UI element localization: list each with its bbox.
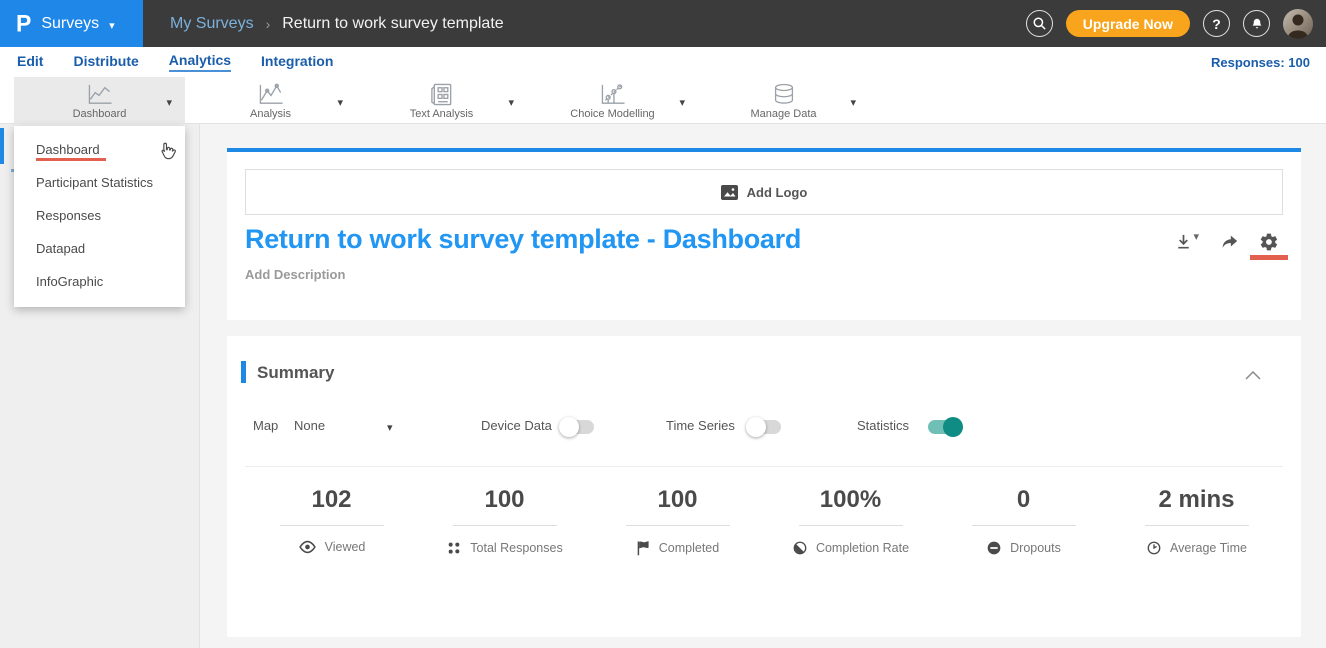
add-logo-button[interactable]: Add Logo [245, 169, 1283, 215]
search-icon [1032, 16, 1047, 31]
device-data-label: Device Data [481, 418, 552, 433]
stat-completion-rate: 100% Completion Rate [764, 486, 937, 556]
statistics-row: 102 Viewed 100 Total Responses 100 [245, 486, 1283, 556]
text-analysis-icon [429, 82, 455, 107]
download-icon [1174, 232, 1193, 251]
grid-dots-icon [446, 540, 462, 556]
product-menu[interactable]: P Surveys [0, 0, 143, 47]
menu-item-responses[interactable]: Responses [14, 199, 185, 232]
question-icon: ? [1212, 16, 1221, 32]
choice-modelling-icon [598, 82, 628, 107]
upgrade-now-button[interactable]: Upgrade Now [1066, 10, 1190, 37]
chevron-up-icon [1245, 371, 1261, 380]
tab-edit[interactable]: Edit [17, 53, 43, 71]
database-icon [770, 82, 798, 107]
hand-cursor-icon [158, 142, 176, 164]
share-button[interactable] [1219, 232, 1239, 256]
statistics-toggle[interactable] [928, 420, 962, 434]
stat-completed: 100 Completed [591, 486, 764, 556]
dashboard-dropdown-menu: Dashboard Participant Statistics Respons… [14, 126, 185, 307]
help-button[interactable]: ? [1203, 10, 1230, 37]
map-label: Map [253, 418, 278, 433]
product-menu-label: Surveys [41, 15, 99, 33]
settings-button[interactable] [1259, 232, 1279, 257]
tab-distribute[interactable]: Distribute [73, 53, 138, 71]
menu-item-datapad[interactable]: Datapad [14, 232, 185, 265]
breadcrumb-separator: › [266, 16, 271, 32]
survey-nav: Edit Distribute Analytics Integration Re… [0, 47, 1326, 77]
responses-count: Responses: 100 [1211, 55, 1326, 70]
summary-title: Summary [257, 363, 334, 383]
time-series-toggle[interactable] [747, 420, 781, 434]
chevron-down-icon[interactable] [850, 93, 856, 111]
tab-analytics[interactable]: Analytics [169, 52, 231, 72]
statistics-label: Statistics [857, 418, 909, 433]
chevron-down-icon[interactable] [166, 93, 172, 111]
active-section-indicator [0, 128, 4, 164]
breadcrumb-my-surveys[interactable]: My Surveys [170, 15, 254, 33]
chevron-down-icon[interactable] [337, 93, 343, 111]
summary-accent-bar [241, 361, 246, 383]
toolbar-item-manage-data[interactable]: Manage Data [698, 77, 869, 124]
stat-dropouts: 0 Dropouts [937, 486, 1110, 556]
gear-icon [1259, 232, 1279, 252]
toolbar-item-dashboard[interactable]: Dashboard [14, 77, 185, 124]
search-button[interactable] [1026, 10, 1053, 37]
dashboard-header-card: Add Logo Return to work survey template … [227, 152, 1301, 320]
page-title: Return to work survey template - Dashboa… [245, 224, 801, 255]
notifications-button[interactable] [1243, 10, 1270, 37]
stat-total-responses: 100 Total Responses [418, 486, 591, 556]
topbar-actions: Upgrade Now ? [1026, 9, 1326, 39]
flag-icon [636, 540, 651, 556]
clock-icon [1146, 540, 1162, 556]
chevron-down-icon[interactable] [679, 93, 685, 111]
header-actions [1174, 232, 1279, 257]
download-button[interactable] [1174, 232, 1199, 256]
stat-average-time: 2 mins Average Time [1110, 486, 1283, 556]
breadcrumb: My Surveys › Return to work survey templ… [170, 15, 504, 33]
toolbar-item-analysis[interactable]: Analysis [185, 77, 356, 124]
bell-icon [1250, 17, 1264, 31]
analytics-toolbar: Dashboard Analysis Text Analysis Choice … [0, 77, 1326, 124]
toolbar-item-choice-modelling[interactable]: Choice Modelling [527, 77, 698, 124]
device-data-toggle[interactable] [560, 420, 594, 434]
chevron-down-icon[interactable] [387, 418, 393, 436]
stat-viewed: 102 Viewed [245, 486, 418, 556]
toolbar-item-text-analysis[interactable]: Text Analysis [356, 77, 527, 124]
summary-card: Summary Map None Device Data Time Series… [227, 336, 1301, 637]
share-icon [1219, 232, 1239, 251]
active-item-underline [36, 158, 106, 161]
top-bar: P Surveys My Surveys › Return to work su… [0, 0, 1326, 47]
menu-item-dashboard[interactable]: Dashboard [14, 133, 185, 166]
map-select[interactable]: None [294, 418, 325, 433]
main-content: Add Logo Return to work survey template … [200, 124, 1326, 648]
tab-integration[interactable]: Integration [261, 53, 333, 71]
completion-icon [792, 540, 808, 556]
add-description-button[interactable]: Add Description [245, 267, 345, 282]
chevron-down-icon [109, 16, 115, 34]
summary-divider [245, 466, 1283, 467]
minus-circle-icon [986, 540, 1002, 556]
line-chart-icon [85, 82, 115, 107]
analysis-chart-icon [256, 82, 286, 107]
image-icon [721, 185, 738, 200]
chevron-down-icon[interactable] [508, 93, 514, 111]
collapse-button[interactable] [1245, 367, 1261, 385]
eye-icon [298, 540, 317, 554]
person-icon [1283, 9, 1313, 39]
user-avatar[interactable] [1283, 9, 1313, 39]
menu-item-infographic[interactable]: InfoGraphic [14, 265, 185, 298]
menu-item-participant-statistics[interactable]: Participant Statistics [14, 166, 185, 199]
breadcrumb-current-survey: Return to work survey template [282, 15, 503, 33]
brand-logo: P [16, 9, 31, 37]
chevron-down-icon [1193, 233, 1199, 242]
time-series-label: Time Series [666, 418, 735, 433]
settings-active-underline [1250, 255, 1288, 260]
